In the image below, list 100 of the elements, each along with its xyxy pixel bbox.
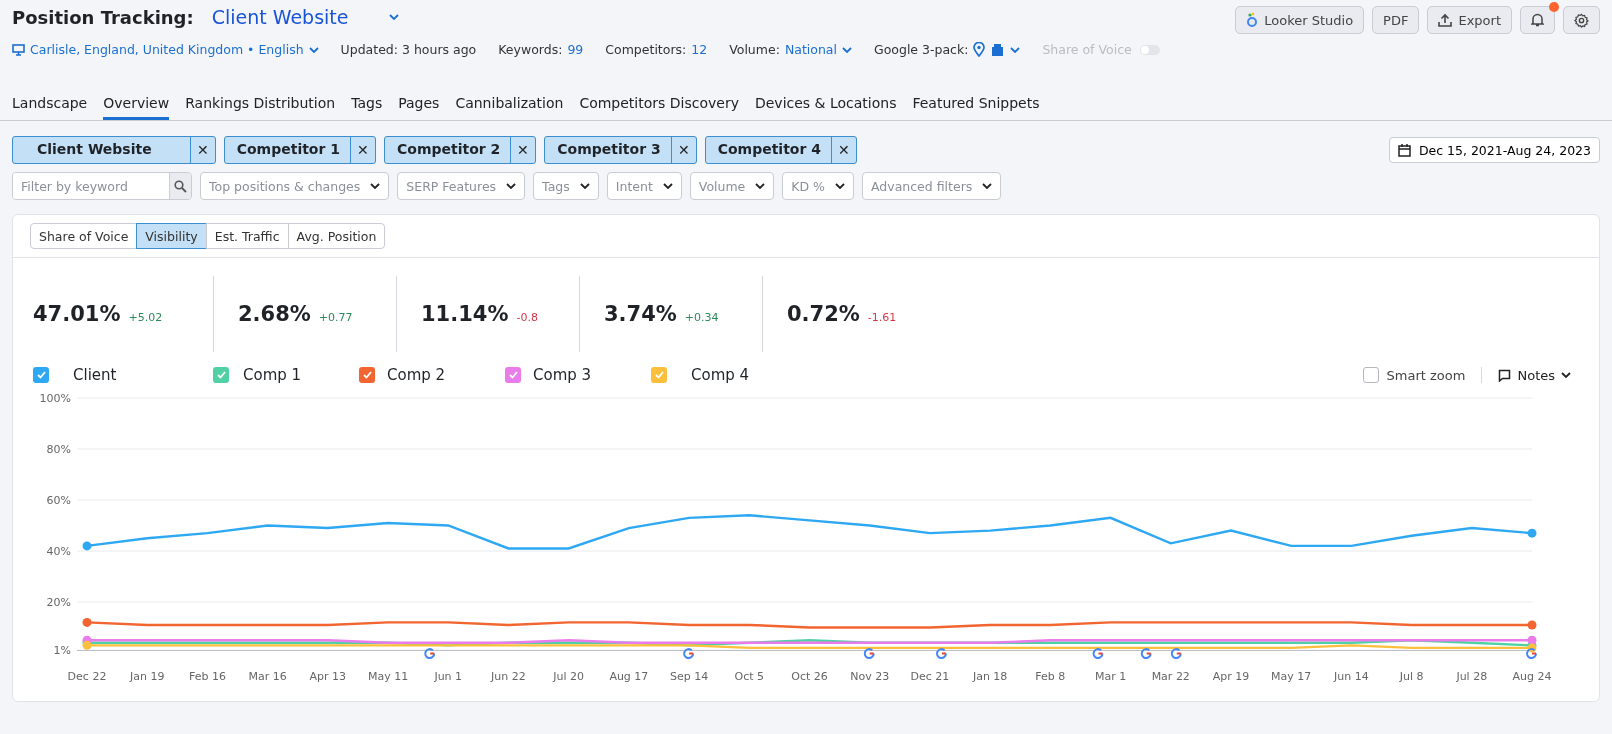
x-axis-label: Apr 13 — [309, 670, 347, 683]
google-update-icon[interactable] — [1140, 648, 1152, 660]
x-axis-label: Sep 14 — [669, 670, 709, 683]
x-axis-label: Oct 26 — [791, 670, 828, 683]
metric-value: 3.74% — [604, 302, 677, 326]
chevron-down-icon — [662, 183, 673, 189]
remove-button[interactable]: ✕ — [831, 137, 856, 163]
remove-button[interactable]: ✕ — [510, 137, 536, 163]
domain-chip: Competitor 4 ✕ — [704, 136, 857, 164]
series-end-point — [1527, 528, 1537, 538]
domain-chip: Competitor 3 ✕ — [544, 136, 697, 164]
date-range-button[interactable]: Dec 15, 2021-Aug 24, 2023 — [1388, 137, 1600, 163]
nav-tab[interactable]: Featured Snippets — [912, 95, 1040, 120]
metric-change: +0.34 — [684, 311, 719, 324]
chevron-down-icon — [1561, 372, 1571, 378]
y-axis-label: 20% — [46, 596, 71, 609]
x-axis-label: Feb 16 — [188, 670, 226, 683]
location-dropdown[interactable]: Carlisle, England, United Kingdom • English — [12, 42, 319, 57]
google-pack-label: Google 3-pack: — [873, 42, 969, 57]
metric-value: 2.68% — [238, 302, 311, 326]
building-icon — [990, 42, 1006, 57]
legend-label: Comp 2 — [387, 366, 446, 384]
legend-checkbox[interactable] — [505, 367, 521, 383]
check-icon — [362, 371, 372, 379]
y-axis-label: 80% — [46, 443, 71, 456]
scope-dropdown[interactable]: National — [784, 42, 852, 57]
nav-tab[interactable]: Landscape — [12, 95, 88, 120]
google-update-icon[interactable] — [863, 648, 875, 660]
check-icon — [36, 371, 46, 379]
calendar-icon — [1397, 143, 1411, 157]
x-axis-label: Dec 22 — [67, 670, 107, 683]
gear-button[interactable] — [1563, 6, 1600, 34]
smart-zoom-checkbox[interactable] — [1362, 367, 1379, 383]
settings-icon — [1574, 12, 1589, 28]
remove-button[interactable]: ✕ — [350, 137, 375, 163]
google-update-icon[interactable] — [1526, 648, 1537, 660]
chevron-down-icon — [1010, 46, 1021, 53]
google-update-icon[interactable] — [935, 648, 947, 660]
domain-chip: Competitor 2 ✕ — [384, 136, 537, 164]
competitors-count: 12 — [691, 42, 708, 57]
legend-checkbox[interactable] — [213, 367, 229, 383]
google-update-icon[interactable] — [424, 648, 436, 660]
legend-checkbox[interactable] — [359, 367, 375, 383]
remove-button[interactable]: ✕ — [189, 137, 215, 163]
keywords-count: 99 — [567, 42, 584, 57]
smart-zoom-label: Smart zoom — [1386, 367, 1466, 383]
metric-change: -0.8 — [516, 311, 538, 324]
chevron-down-icon — [506, 183, 517, 189]
x-axis-label: Dec 21 — [910, 670, 950, 683]
notes-dropdown[interactable]: Notes — [1482, 366, 1577, 384]
y-axis-label: 100% — [39, 392, 71, 405]
metric-tab[interactable]: Avg. Position — [287, 223, 386, 249]
metric-tab[interactable]: Visibility — [136, 223, 207, 249]
nav-tab[interactable]: Devices & Locations — [754, 95, 897, 120]
monitor-icon — [12, 43, 25, 56]
nav-tab[interactable]: Rankings Distribution — [185, 95, 336, 120]
looker-button[interactable]: Looker Studio — [1235, 6, 1365, 34]
bell-icon — [1531, 13, 1544, 27]
keywords-label: Keywords: — [498, 42, 563, 57]
legend-label: Client — [73, 366, 117, 384]
text-button[interactable]: PDF — [1372, 6, 1420, 34]
metric-change: -1.61 — [867, 311, 897, 324]
project-dropdown[interactable]: Client Website — [211, 6, 399, 28]
series-end-point — [1527, 643, 1537, 653]
x-axis-label: May 17 — [1271, 670, 1312, 683]
nav-tab[interactable]: Pages — [398, 95, 440, 120]
nav-tab[interactable]: Overview — [103, 95, 170, 120]
local-pack-dropdown[interactable] — [990, 42, 1021, 57]
nav-tab[interactable]: Cannibalization — [455, 95, 564, 120]
google-update-icon[interactable] — [1092, 648, 1104, 660]
x-axis-label: Aug 24 — [1512, 670, 1552, 683]
google-update-icon[interactable] — [1170, 648, 1182, 660]
chevron-down-icon — [370, 183, 381, 189]
competitors-label: Competitors: — [605, 42, 687, 57]
export-button[interactable]: Export — [1427, 6, 1512, 34]
metric-tab[interactable]: Share of Voice — [30, 223, 138, 249]
keyword-filter-field[interactable]: Filter by keyword — [12, 172, 192, 200]
nav-tab[interactable]: Tags — [351, 95, 383, 120]
chevron-down-icon — [755, 183, 766, 189]
search-icon[interactable] — [169, 173, 191, 199]
x-axis-label: Aug 17 — [609, 670, 649, 683]
check-icon — [508, 371, 518, 379]
legend-checkbox[interactable] — [651, 367, 667, 383]
google-update-icon[interactable] — [683, 648, 695, 660]
metric-tab[interactable]: Est. Traffic — [205, 223, 289, 249]
legend-checkbox[interactable] — [33, 367, 49, 383]
y-axis-label: 1% — [53, 644, 71, 658]
x-axis-label: Jun 22 — [491, 670, 526, 683]
series-start-point — [82, 617, 92, 627]
x-axis-label: Feb 8 — [1035, 670, 1066, 683]
x-axis-label: Jun 1 — [434, 670, 463, 683]
chevron-down-icon — [982, 183, 993, 189]
updated-text: Updated: 3 hours ago — [340, 42, 477, 57]
nav-tab[interactable]: Competitors Discovery — [579, 95, 739, 120]
x-axis-label: Mar 22 — [1151, 670, 1190, 683]
x-axis-label: Apr 19 — [1212, 670, 1250, 683]
x-axis-label: Mar 16 — [248, 670, 287, 683]
x-axis-label: Mar 1 — [1094, 670, 1127, 683]
remove-button[interactable]: ✕ — [670, 137, 696, 163]
check-icon — [654, 371, 664, 379]
